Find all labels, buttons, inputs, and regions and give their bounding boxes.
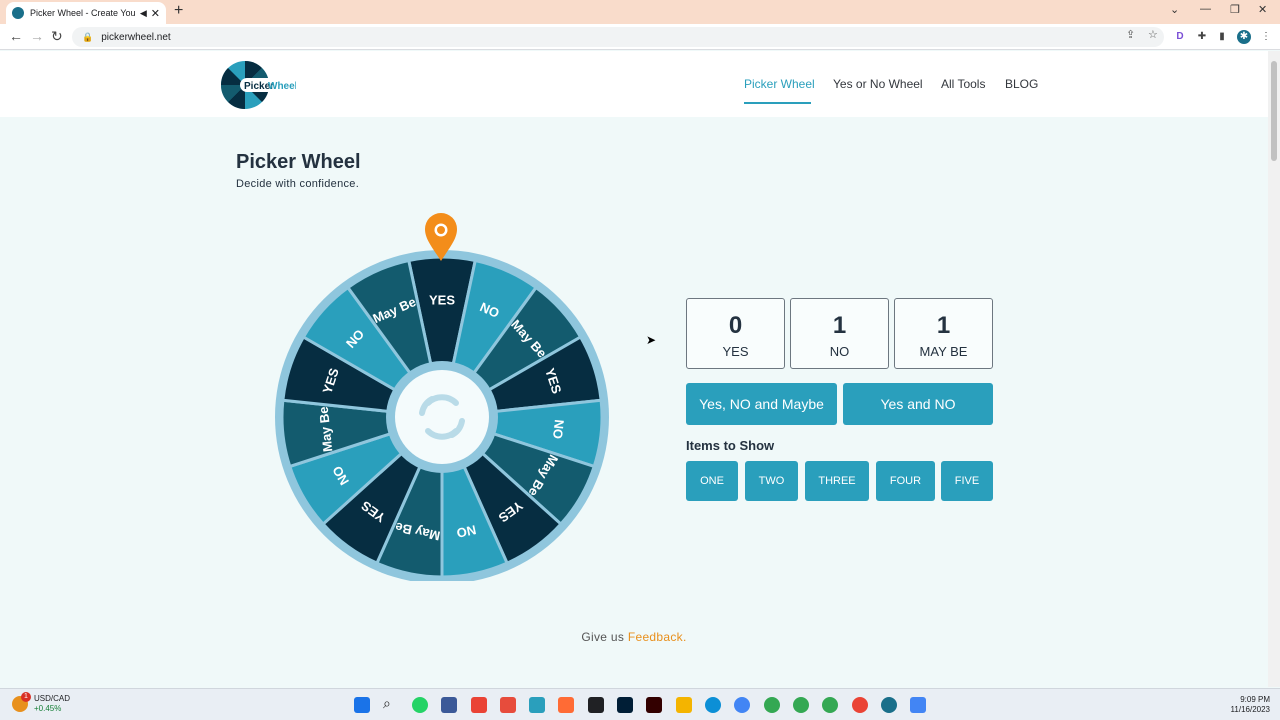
yes-count: 0 [728, 312, 743, 339]
items-three-button[interactable]: THREE [805, 461, 869, 501]
extensions-puzzle-icon[interactable]: ✚ [1195, 30, 1209, 44]
bookmark-star-icon[interactable]: ☆ [1148, 28, 1158, 41]
scrollbar-thumb[interactable] [1271, 61, 1277, 161]
address-bar[interactable]: 🔒 pickerwheel.net [72, 27, 1164, 47]
clock-date: 11/16/2023 [1230, 705, 1270, 714]
profile-avatar-icon[interactable]: ✱ [1237, 30, 1251, 44]
ticker-change: +0.45% [34, 704, 62, 713]
app-icon-2[interactable] [471, 697, 487, 713]
site-header: Picker Wheel Picker Wheel Yes or No Whee… [0, 51, 1268, 117]
yes-no-maybe-button[interactable]: Yes, NO and Maybe [686, 383, 837, 425]
picker-wheel-logo[interactable]: Picker Wheel [220, 60, 296, 110]
feedback-line: Give us Feedback. [0, 630, 1268, 644]
items-five-button[interactable]: FIVE [941, 461, 993, 501]
yes-count-label: YES [722, 344, 749, 359]
share-icon[interactable]: ⇪ [1126, 28, 1135, 41]
yes-and-no-button[interactable]: Yes and NO [843, 383, 993, 425]
ticker-widget[interactable]: 1 USD/CAD +0.45% [12, 692, 71, 714]
windows-start-icon[interactable] [354, 697, 370, 713]
extension-d-icon[interactable]: D [1173, 30, 1187, 44]
system-clock[interactable]: 9:09 PM 11/16/2023 [1231, 695, 1270, 715]
active-nav-indicator [744, 102, 811, 104]
app-icon-3[interactable] [500, 697, 516, 713]
photoshop-icon[interactable] [617, 697, 633, 713]
feedback-prefix: Give us [581, 630, 625, 644]
maybe-count: 1 [936, 312, 951, 339]
wheel-segment-label: NO [550, 419, 567, 440]
back-icon[interactable]: ← [9, 28, 23, 44]
file-explorer-icon[interactable] [676, 697, 692, 713]
items-four-button[interactable]: FOUR [876, 461, 935, 501]
browser-tab[interactable]: Picker Wheel - Create Your ◀ ✕ [6, 2, 166, 24]
minimize-icon[interactable]: — [1200, 3, 1211, 15]
chrome-icon-5[interactable] [852, 697, 868, 713]
page-title: Picker Wheel [236, 151, 361, 173]
feedback-link[interactable]: Feedback. [628, 630, 687, 644]
illustrator-icon[interactable] [646, 697, 662, 713]
page-subtitle: Decide with confidence. [236, 178, 360, 190]
yes-count-card: 0 YES [686, 298, 785, 369]
tab-title: Picker Wheel - Create Your [30, 8, 136, 18]
notification-badge: 1 [21, 692, 31, 702]
nav-picker-wheel[interactable]: Picker Wheel [744, 77, 815, 91]
maybe-count-card: 1 MAY BE [894, 298, 993, 369]
spin-button[interactable] [395, 370, 489, 464]
capcut-icon[interactable] [588, 697, 604, 713]
nav-all-tools[interactable]: All Tools [941, 77, 985, 91]
reload-icon[interactable]: ↻ [51, 28, 63, 45]
chrome-icon-active[interactable] [881, 697, 897, 713]
audio-icon[interactable]: ◀ [140, 8, 147, 19]
ticker-symbol: USD/CAD [34, 694, 71, 703]
side-panel-icon[interactable]: ▮ [1215, 30, 1229, 44]
chrome-icon-3[interactable] [793, 697, 809, 713]
app-icon-5[interactable] [910, 697, 926, 713]
search-icon[interactable]: ⌕ [383, 695, 391, 712]
tab-search-icon[interactable]: ⌄ [1170, 3, 1179, 16]
taskbar: 1 USD/CAD +0.45% ⌕ 9:09 PM 11/16/2023 [0, 688, 1280, 720]
ticker-icon: 1 [12, 692, 31, 712]
lock-icon: 🔒 [82, 31, 94, 42]
logo-text-wheel: Wheel [268, 81, 296, 92]
app-icon-4[interactable] [558, 697, 574, 713]
items-to-show-label: Items to Show [686, 438, 775, 453]
no-count: 1 [832, 312, 847, 339]
new-tab-icon[interactable]: + [174, 2, 183, 20]
items-two-button[interactable]: TWO [745, 461, 798, 501]
app-icon-1[interactable] [441, 697, 457, 713]
mouse-cursor-icon: ➤ [646, 333, 657, 347]
browser-toolbar: ← → ↻ 🔒 pickerwheel.net ⇪ ☆ D ✚ ▮ ✱ ⋮ [0, 24, 1280, 50]
close-window-icon[interactable]: ✕ [1258, 3, 1267, 16]
picker-wheel[interactable]: YES NOMay BeYESNOMay BeYESNOMay BeYESNOMa… [270, 207, 614, 581]
url-text: pickerwheel.net [101, 31, 171, 43]
restore-icon[interactable]: ❐ [1230, 3, 1240, 16]
browser-tab-bar: Picker Wheel - Create Your ◀ ✕ + ⌄ — ❐ ✕ [0, 0, 1280, 24]
nav-blog[interactable]: BLOG [1005, 77, 1038, 91]
whatsapp-icon[interactable] [412, 697, 428, 713]
browser-menu-icon[interactable]: ⋮ [1259, 30, 1273, 44]
page-scrollbar[interactable] [1268, 51, 1280, 687]
clock-time: 9:09 PM [1240, 695, 1270, 704]
forward-icon[interactable]: → [30, 28, 44, 44]
no-count-label: NO [829, 344, 850, 359]
notepad-icon[interactable] [529, 697, 545, 713]
no-count-card: 1 NO [790, 298, 889, 369]
chrome-icon-2[interactable] [764, 697, 780, 713]
maybe-count-label: MAY BE [919, 344, 968, 359]
wheel-segment-label: YES [429, 292, 455, 307]
close-tab-icon[interactable]: ✕ [151, 7, 160, 20]
chrome-icon-4[interactable] [822, 697, 838, 713]
items-one-button[interactable]: ONE [686, 461, 738, 501]
edge-icon[interactable] [705, 697, 721, 713]
nav-yes-or-no-wheel[interactable]: Yes or No Wheel [833, 77, 923, 91]
site-favicon-icon [12, 7, 24, 19]
page-content: Picker Wheel Picker Wheel Yes or No Whee… [0, 51, 1268, 687]
chrome-icon-1[interactable] [734, 697, 750, 713]
